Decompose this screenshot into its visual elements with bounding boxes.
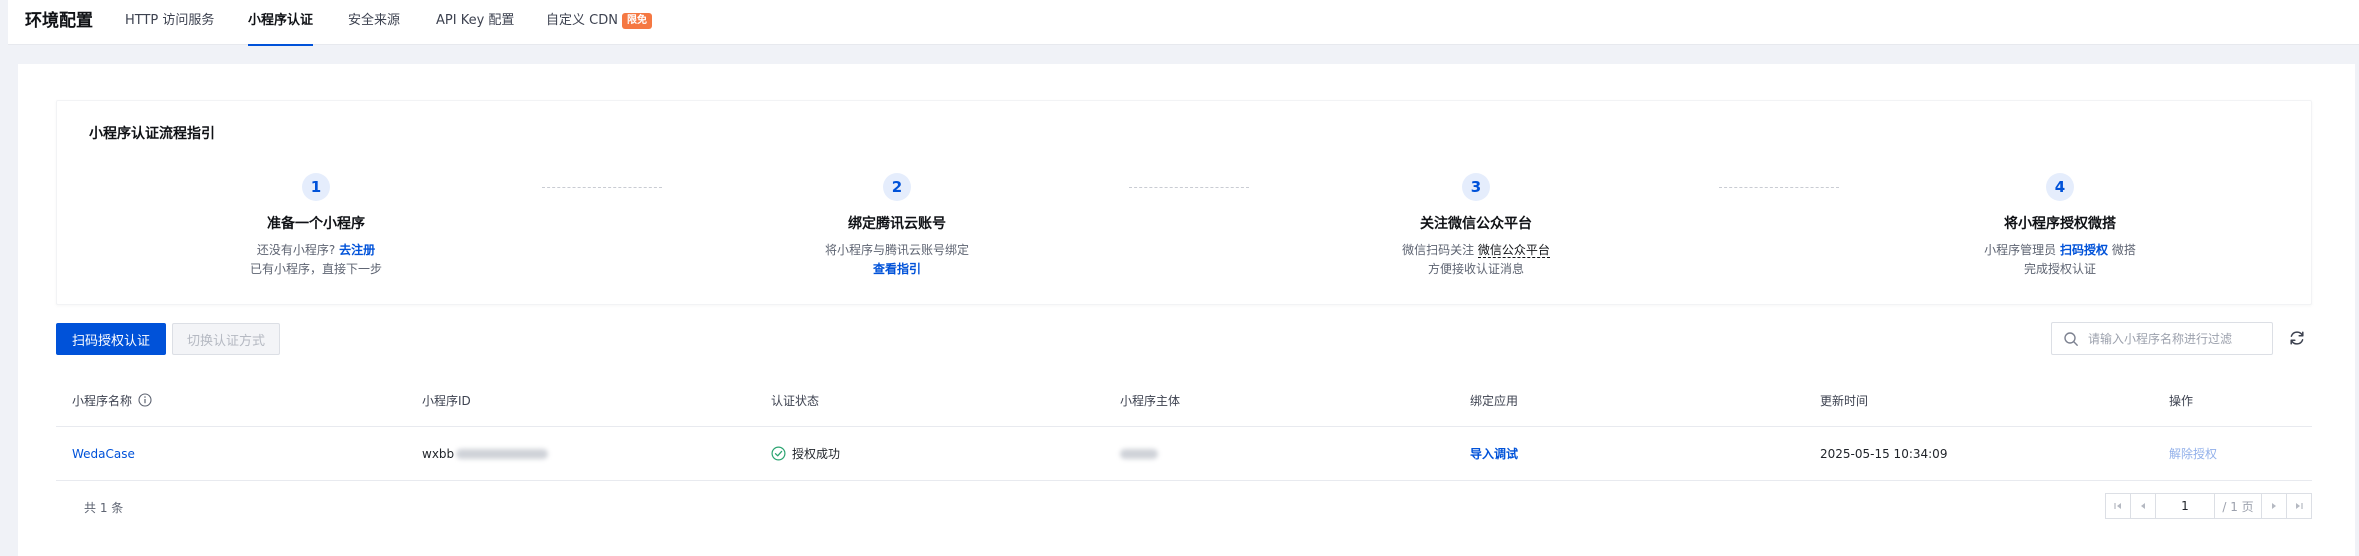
wechat-platform-link[interactable]: 微信公众平台 [1477, 243, 1550, 258]
table-row: WedaCase wxbb 授权成功 导入调试 2025-05-15 10:34… [56, 427, 2312, 481]
step-text: 微搭 [2111, 243, 2136, 257]
cell-action: 解除授权 [2169, 427, 2217, 480]
search-icon [2064, 332, 2078, 346]
step-title: 将小程序授权微搭 [2004, 216, 2116, 232]
step-connector [1129, 187, 1249, 188]
step-title: 绑定腾讯云账号 [848, 216, 946, 232]
guide-step-2: 2 绑定腾讯云账号 将小程序与腾讯云账号绑定 查看指引 [747, 173, 1047, 279]
last-page-icon [2296, 503, 2303, 509]
step-number: 2 [883, 173, 911, 201]
page-title: 环境配置 [25, 11, 93, 31]
info-icon[interactable] [138, 393, 152, 407]
step-text: 方便接收认证消息 [1427, 262, 1524, 276]
step-connector [1719, 187, 1839, 188]
step-text: 小程序管理员 [1984, 243, 2057, 257]
tab-miniprogram-auth[interactable]: 小程序认证 [248, 0, 314, 46]
cell-subject [1120, 427, 1158, 480]
step-title: 关注微信公众平台 [1420, 216, 1532, 232]
cell-name: WedaCase [72, 427, 135, 480]
tab-label: HTTP 访问服务 [125, 13, 215, 28]
step-description: 小程序管理员 扫码授权 微搭 完成授权认证 [1910, 241, 2210, 279]
column-header: 小程序ID [422, 393, 471, 408]
switch-auth-method-button[interactable]: 切换认证方式 [172, 323, 280, 355]
tab-label: 安全来源 [348, 13, 401, 28]
tab-security-source[interactable]: 安全来源 [348, 0, 400, 45]
step-description: 将小程序与腾讯云账号绑定 查看指引 [747, 241, 1047, 279]
search-input[interactable] [2088, 329, 2268, 349]
table-footer: 共 1 条 / 1 页 [56, 481, 2312, 531]
step-description: 微信扫码关注 微信公众平台 方便接收认证消息 [1326, 241, 1626, 279]
column-header: 小程序主体 [1120, 393, 1181, 408]
column-header: 认证状态 [771, 393, 820, 408]
page-number-input[interactable] [2155, 493, 2215, 519]
miniprogram-name-link[interactable]: WedaCase [72, 447, 135, 461]
redacted-id [456, 448, 549, 459]
guide-step-3: 3 关注微信公众平台 微信扫码关注 微信公众平台 方便接收认证消息 [1326, 173, 1626, 279]
tab-custom-cdn[interactable]: 自定义 CDN 限免 [546, 0, 652, 45]
first-page-button[interactable] [2105, 493, 2131, 519]
pagination: / 1 页 [2105, 493, 2312, 519]
step-text: 微信扫码关注 [1402, 243, 1475, 257]
first-page-icon [2114, 503, 2121, 509]
prev-page-button[interactable] [2130, 493, 2156, 519]
free-badge: 限免 [621, 13, 652, 29]
step-number: 1 [302, 173, 330, 201]
step-text: 已有小程序，直接下一步 [249, 262, 382, 276]
refresh-icon[interactable] [2288, 329, 2306, 347]
search-box[interactable] [2051, 322, 2273, 355]
scan-authorize-link[interactable]: 扫码授权 [2060, 243, 2108, 257]
step-number: 3 [1462, 173, 1490, 201]
cell-updated-time: 2025-05-15 10:34:09 [1820, 446, 1948, 461]
step-text: 还没有小程序? [256, 243, 336, 257]
column-header: 更新时间 [1820, 393, 1869, 408]
table-header: 小程序名称 小程序ID 认证状态 小程序主体 绑定应用 更新时间 操作 [56, 374, 2312, 427]
scan-auth-button[interactable]: 扫码授权认证 [56, 323, 166, 355]
next-page-button[interactable] [2261, 493, 2287, 519]
cell-id: wxbb [422, 427, 549, 480]
tab-label: 小程序认证 [248, 13, 314, 28]
redacted-subject [1120, 448, 1158, 459]
tab-api-key[interactable]: API Key 配置 [436, 0, 514, 45]
cell-bound-app: 导入调试 [1470, 427, 1518, 480]
step-connector [542, 187, 662, 188]
column-label: 小程序名称 [72, 393, 133, 408]
step-title: 准备一个小程序 [267, 216, 365, 232]
column-header: 小程序名称 [72, 374, 152, 426]
content-panel: 小程序认证流程指引 1 准备一个小程序 还没有小程序? 去注册 已有小程序，直接… [18, 64, 2355, 556]
step-text: 完成授权认证 [2023, 262, 2096, 276]
tab-label: 自定义 CDN [546, 13, 618, 28]
revoke-auth-link[interactable]: 解除授权 [2169, 445, 2217, 462]
id-text: wxbb [422, 446, 455, 461]
total-count: 共 1 条 [84, 501, 124, 515]
column-header: 操作 [2169, 393, 2194, 408]
prev-page-icon [2141, 503, 2145, 509]
step-text: 将小程序与腾讯云账号绑定 [824, 243, 969, 257]
guide-step-4: 4 将小程序授权微搭 小程序管理员 扫码授权 微搭 完成授权认证 [1910, 173, 2210, 279]
last-page-button[interactable] [2286, 493, 2312, 519]
step-description: 还没有小程序? 去注册 已有小程序，直接下一步 [166, 241, 466, 279]
column-header: 绑定应用 [1470, 393, 1519, 408]
auth-guide-card: 小程序认证流程指引 1 准备一个小程序 还没有小程序? 去注册 已有小程序，直接… [56, 100, 2312, 305]
tab-http-service[interactable]: HTTP 访问服务 [125, 0, 214, 45]
total-pages: / 1 页 [2214, 493, 2262, 519]
view-guide-link[interactable]: 查看指引 [873, 262, 921, 276]
guide-title: 小程序认证流程指引 [89, 126, 215, 142]
cell-status: 授权成功 [771, 427, 840, 480]
register-link[interactable]: 去注册 [339, 243, 375, 257]
tab-label: API Key 配置 [436, 13, 515, 28]
miniprogram-table: 小程序名称 小程序ID 认证状态 小程序主体 绑定应用 更新时间 操作 Weda… [56, 374, 2312, 531]
top-nav-bar: 环境配置 HTTP 访问服务 小程序认证 安全来源 API Key 配置 自定义… [8, 0, 2359, 46]
step-number: 4 [2046, 173, 2074, 201]
next-page-icon [2272, 503, 2276, 509]
check-circle-icon [771, 446, 786, 461]
status-text: 授权成功 [792, 447, 841, 461]
guide-step-1: 1 准备一个小程序 还没有小程序? 去注册 已有小程序，直接下一步 [166, 173, 466, 279]
import-debug-link[interactable]: 导入调试 [1470, 445, 1518, 462]
